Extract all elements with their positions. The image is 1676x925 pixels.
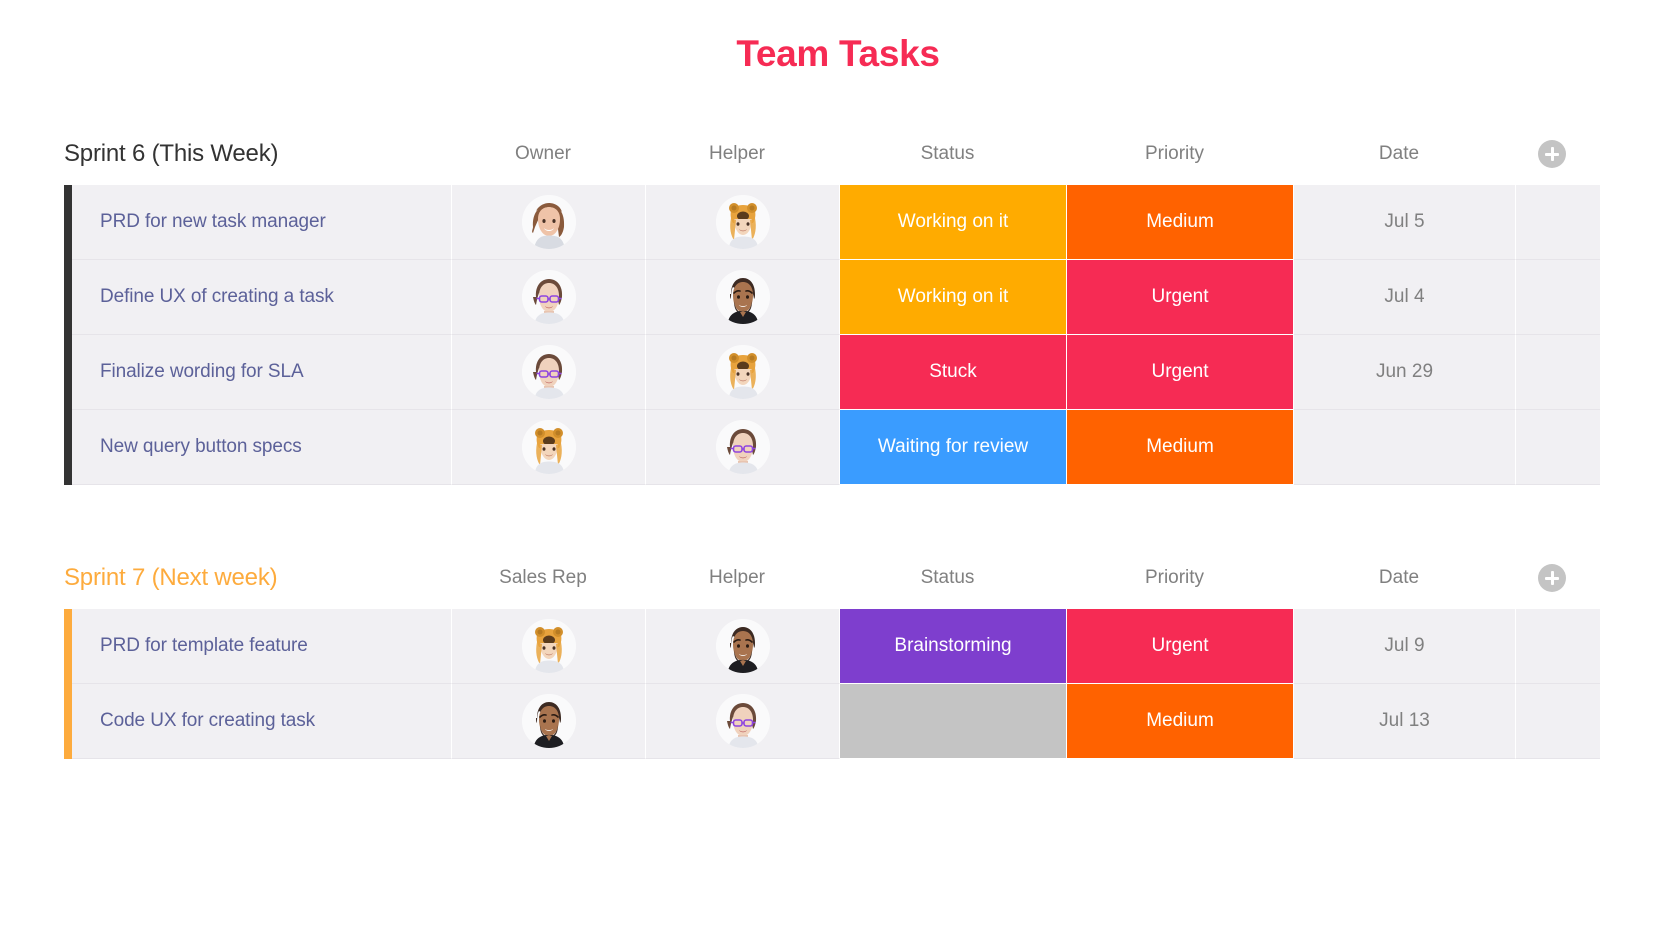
status-cell[interactable]: Working on it [840, 185, 1067, 260]
row-accent-bar [64, 335, 72, 410]
plus-circle-icon[interactable] [1538, 140, 1566, 168]
avatar-man-beard-black-shirt [715, 619, 770, 673]
table-row[interactable]: Define UX of creating a task Working on … [64, 260, 1616, 335]
date-cell[interactable]: Jul 5 [1294, 185, 1516, 260]
row-trailing-cell[interactable] [1516, 609, 1600, 684]
avatar-person-animal-hat [521, 420, 576, 474]
row-trailing-cell[interactable] [1516, 410, 1600, 485]
task-group-sprint-6: Sprint 6 (This Week) Owner Helper Status Pri… [64, 133, 1616, 485]
table-row[interactable]: Code UX for creating task Medium Jul 13 [64, 684, 1616, 759]
avatar-person-purple-glasses [521, 345, 576, 399]
row-trailing-cell[interactable] [1516, 185, 1600, 260]
task-name-cell[interactable]: Code UX for creating task [72, 684, 452, 759]
column-header-person2[interactable]: Helper [640, 567, 834, 589]
avatar-person-purple-glasses [715, 420, 770, 474]
table-row[interactable]: Finalize wording for SLA Stuck Urgent Ju… [64, 335, 1616, 410]
column-header-person1[interactable]: Sales Rep [446, 567, 640, 589]
row-accent-bar [64, 609, 72, 684]
status-cell[interactable]: Brainstorming [840, 609, 1067, 684]
group-header-sprint-6: Sprint 6 (This Week) Owner Helper Status Pri… [64, 133, 1616, 175]
column-header-date[interactable]: Date [1288, 567, 1510, 589]
row-trailing-cell[interactable] [1516, 684, 1600, 759]
owner-avatar-cell[interactable] [452, 410, 646, 485]
helper-avatar-cell[interactable] [646, 185, 840, 260]
priority-cell[interactable]: Medium [1067, 410, 1294, 485]
row-accent-bar [64, 684, 72, 759]
team-tasks-board-page: { "page": { "title": "Team Tasks", "titl… [0, 0, 1676, 925]
add-column-cell [1510, 564, 1594, 592]
date-cell[interactable] [1294, 410, 1516, 485]
owner-avatar-cell[interactable] [452, 609, 646, 684]
priority-cell[interactable]: Medium [1067, 684, 1294, 759]
helper-avatar-cell[interactable] [646, 410, 840, 485]
helper-avatar-cell[interactable] [646, 684, 840, 759]
avatar-man-beard-black-shirt [521, 694, 576, 748]
column-header-priority[interactable]: Priority [1061, 567, 1288, 589]
table-row[interactable]: PRD for template feature Brainstorming Ur… [64, 609, 1616, 684]
owner-avatar-cell[interactable] [452, 684, 646, 759]
column-header-person2[interactable]: Helper [640, 143, 834, 165]
avatar-person-purple-glasses [715, 694, 770, 748]
task-group-sprint-7: Sprint 7 (Next week) Sales Rep Helper Statu… [64, 557, 1616, 759]
avatar-person-animal-hat [715, 195, 770, 249]
task-name-cell[interactable]: PRD for template feature [72, 609, 452, 684]
avatar-person-animal-hat [521, 619, 576, 673]
column-header-person1[interactable]: Owner [446, 143, 640, 165]
avatar-man-beard-black-shirt [715, 270, 770, 324]
avatar-woman-brown-hair [521, 195, 576, 249]
date-cell[interactable]: Jul 13 [1294, 684, 1516, 759]
owner-avatar-cell[interactable] [452, 185, 646, 260]
task-name-cell[interactable]: Finalize wording for SLA [72, 335, 452, 410]
row-accent-bar [64, 185, 72, 260]
task-board: Sprint 6 (This Week) Owner Helper Status Pri… [0, 133, 1676, 759]
table-row[interactable]: New query button specs Waiting for revie… [64, 410, 1616, 485]
row-accent-bar [64, 410, 72, 485]
helper-avatar-cell[interactable] [646, 260, 840, 335]
priority-cell[interactable]: Urgent [1067, 609, 1294, 684]
column-header-status[interactable]: Status [834, 143, 1061, 165]
table-row[interactable]: PRD for new task manager Working on it Me… [64, 185, 1616, 260]
page-title: Team Tasks [736, 33, 940, 74]
plus-circle-icon[interactable] [1538, 564, 1566, 592]
priority-cell[interactable]: Medium [1067, 185, 1294, 260]
owner-avatar-cell[interactable] [452, 335, 646, 410]
group-header-sprint-7: Sprint 7 (Next week) Sales Rep Helper Statu… [64, 557, 1616, 599]
row-trailing-cell[interactable] [1516, 335, 1600, 410]
priority-cell[interactable]: Urgent [1067, 335, 1294, 410]
group-title-sprint-7[interactable]: Sprint 7 (Next week) [64, 564, 446, 592]
group-rows-sprint-7: PRD for template feature Brainstorming Ur… [64, 609, 1616, 759]
avatar-person-animal-hat [715, 345, 770, 399]
date-cell[interactable]: Jun 29 [1294, 335, 1516, 410]
row-accent-bar [64, 260, 72, 335]
status-cell[interactable]: Stuck [840, 335, 1067, 410]
helper-avatar-cell[interactable] [646, 335, 840, 410]
date-cell[interactable]: Jul 4 [1294, 260, 1516, 335]
column-header-date[interactable]: Date [1288, 143, 1510, 165]
status-cell[interactable] [840, 684, 1067, 759]
date-cell[interactable]: Jul 9 [1294, 609, 1516, 684]
task-name-cell[interactable]: PRD for new task manager [72, 185, 452, 260]
status-cell[interactable]: Working on it [840, 260, 1067, 335]
column-header-status[interactable]: Status [834, 567, 1061, 589]
priority-cell[interactable]: Urgent [1067, 260, 1294, 335]
add-column-cell [1510, 140, 1594, 168]
task-name-cell[interactable]: Define UX of creating a task [72, 260, 452, 335]
status-cell[interactable]: Waiting for review [840, 410, 1067, 485]
owner-avatar-cell[interactable] [452, 260, 646, 335]
task-name-cell[interactable]: New query button specs [72, 410, 452, 485]
group-title-sprint-6[interactable]: Sprint 6 (This Week) [64, 140, 446, 168]
column-header-priority[interactable]: Priority [1061, 143, 1288, 165]
group-rows-sprint-6: PRD for new task manager Working on it Me… [64, 185, 1616, 485]
helper-avatar-cell[interactable] [646, 609, 840, 684]
avatar-person-purple-glasses [521, 270, 576, 324]
row-trailing-cell[interactable] [1516, 260, 1600, 335]
